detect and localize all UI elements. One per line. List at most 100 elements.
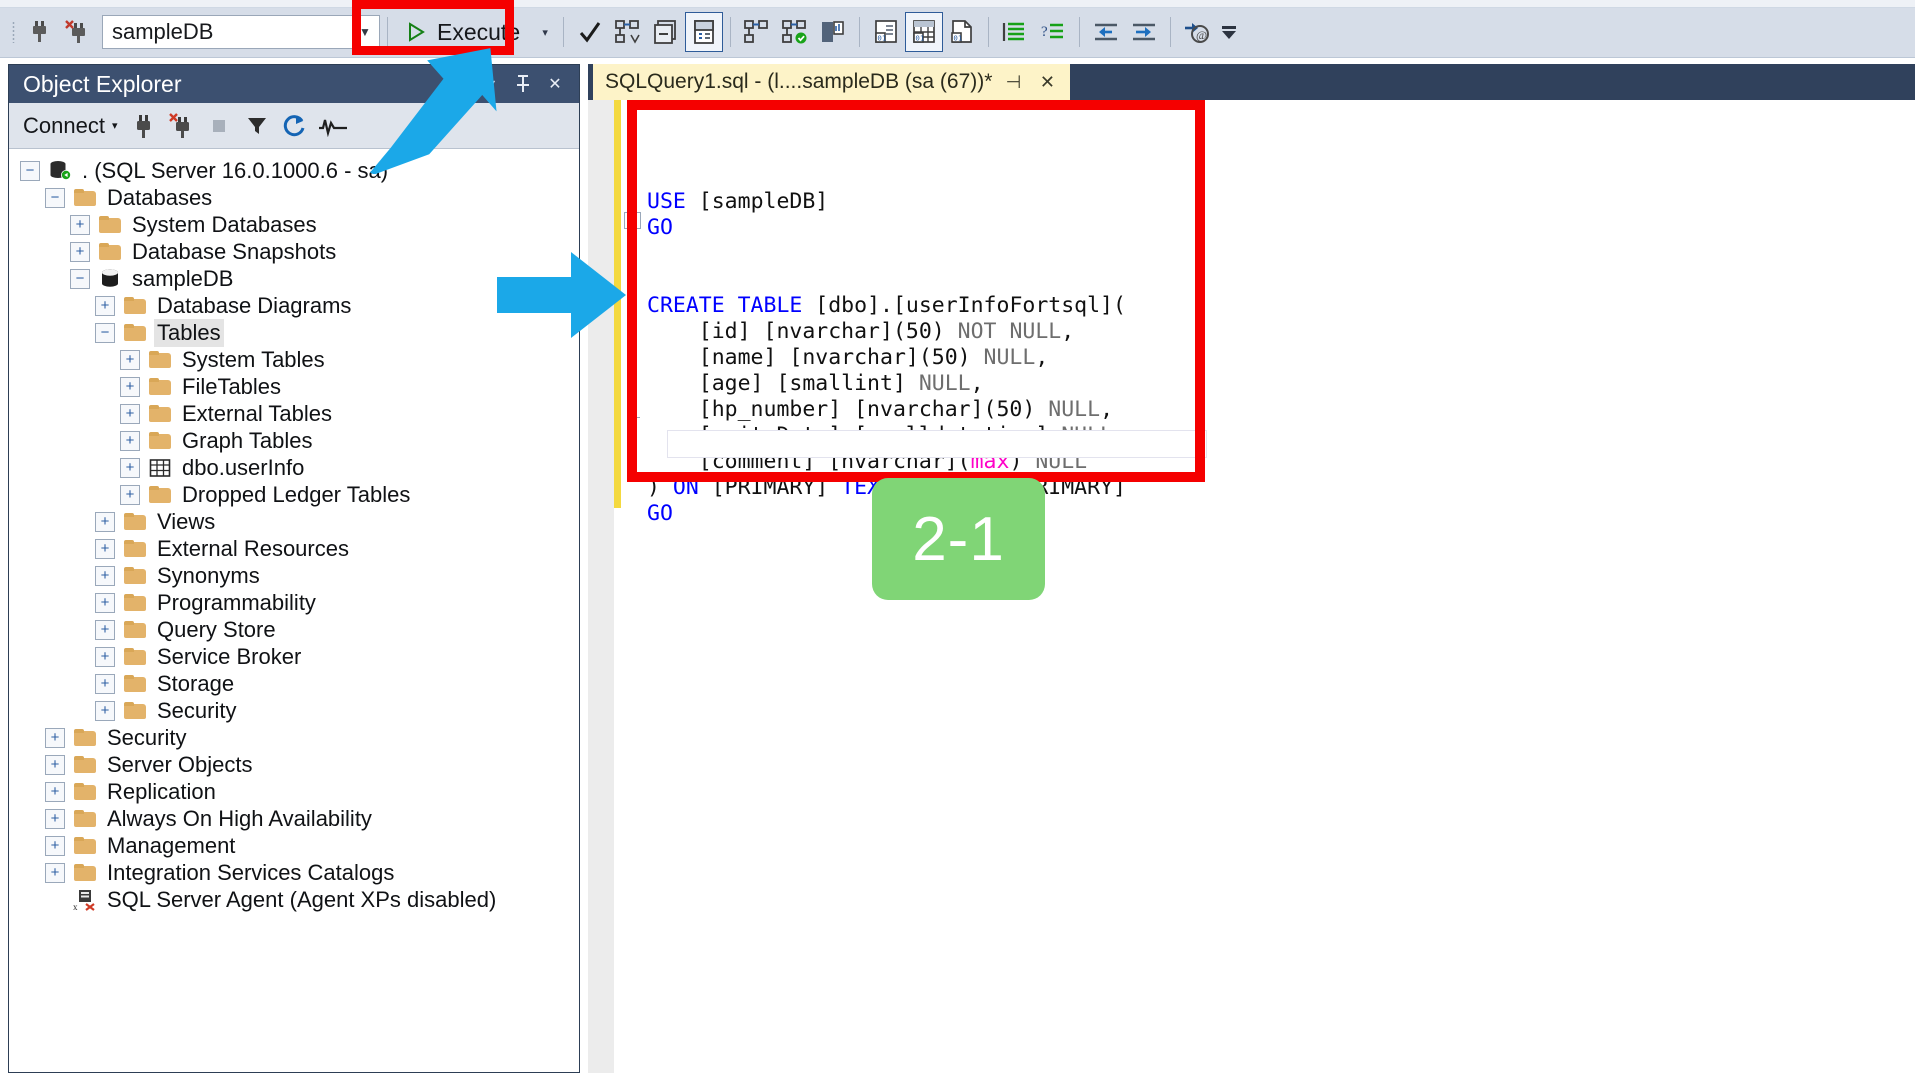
connect-plug-icon[interactable] <box>125 108 161 144</box>
editor-outlining-margin[interactable]: − <box>621 100 645 1073</box>
tree-node[interactable]: + Graph Tables <box>10 427 578 454</box>
disconnect-icon[interactable] <box>58 12 96 52</box>
connect-button[interactable]: Connect ▾ <box>19 111 123 141</box>
tree-node[interactable]: + FileTables <box>10 373 578 400</box>
parse-check-icon[interactable] <box>571 12 609 52</box>
collapse-icon[interactable]: − <box>95 322 115 343</box>
filter-icon[interactable] <box>239 108 275 144</box>
tree-node[interactable]: + dbo.userInfo <box>10 454 578 481</box>
comment-lines-icon[interactable] <box>996 12 1034 52</box>
expand-icon[interactable]: + <box>120 430 140 451</box>
tree-node[interactable]: + Server Objects <box>10 751 578 778</box>
tree-node[interactable]: + Service Broker <box>10 643 578 670</box>
object-explorer-tree[interactable]: −. (SQL Server 16.0.1000.6 - sa) − Databas… <box>10 150 578 1071</box>
decrease-indent-icon[interactable] <box>1087 12 1125 52</box>
chevron-down-icon[interactable]: ▾ <box>112 119 118 132</box>
expand-icon[interactable]: + <box>45 835 65 856</box>
expand-icon[interactable]: + <box>120 484 140 505</box>
collapse-icon[interactable]: − <box>45 187 65 208</box>
tree-node[interactable]: + Security <box>10 724 578 751</box>
expand-icon[interactable]: + <box>45 754 65 775</box>
expand-icon[interactable]: + <box>70 241 90 262</box>
expand-icon[interactable]: + <box>95 538 115 559</box>
chevron-down-icon[interactable]: ▾ <box>477 70 505 98</box>
sql-editor[interactable]: − USE [sampleDB] GO CREATE TABLE [dbo].[u… <box>588 100 1915 1073</box>
expand-icon[interactable]: + <box>95 565 115 586</box>
expand-icon[interactable]: + <box>95 592 115 613</box>
execute-dropdown-caret[interactable]: ▾ <box>534 12 556 52</box>
tree-node[interactable]: − sampleDB <box>10 265 578 292</box>
include-live-statistics-icon[interactable] <box>814 12 852 52</box>
collapse-icon[interactable]: − <box>70 268 90 289</box>
refresh-icon[interactable] <box>277 108 313 144</box>
expand-icon[interactable]: + <box>70 214 90 235</box>
tree-node[interactable]: + System Databases <box>10 211 578 238</box>
expand-icon[interactable]: + <box>95 646 115 667</box>
results-to-grid-icon[interactable]: 01 <box>905 12 944 52</box>
expand-icon[interactable]: + <box>45 781 65 802</box>
folder-icon <box>97 243 123 260</box>
expand-icon[interactable]: + <box>120 349 140 370</box>
tree-node[interactable]: + Database Diagrams <box>10 292 578 319</box>
increase-indent-icon[interactable] <box>1125 12 1163 52</box>
tree-node[interactable]: + Dropped Ledger Tables <box>10 481 578 508</box>
tree-node[interactable]: + Views <box>10 508 578 535</box>
display-estimated-plan-icon[interactable] <box>738 12 776 52</box>
tab-sqlquery1[interactable]: SQLQuery1.sql - (l....sampleDB (sa (67))… <box>588 64 1071 100</box>
cancel-query-icon[interactable] <box>647 12 685 52</box>
tree-node[interactable]: + Programmability <box>10 589 578 616</box>
grip-handle[interactable] <box>6 19 20 45</box>
chevron-down-icon[interactable]: ▼ <box>351 25 379 39</box>
debug-icon[interactable] <box>609 12 647 52</box>
tree-node[interactable]: + Integration Services Catalogs <box>10 859 578 886</box>
tree-node[interactable]: − . (SQL Server 16.0.1000.6 - sa) <box>10 157 578 184</box>
execute-button[interactable]: Execute <box>395 12 534 52</box>
tree-node[interactable]: + System Tables <box>10 346 578 373</box>
expand-icon[interactable]: + <box>120 403 140 424</box>
tree-node[interactable]: + External Tables <box>10 400 578 427</box>
database-combo[interactable]: sampleDB ▼ <box>102 15 380 49</box>
folder-icon <box>124 513 146 530</box>
results-to-file-icon[interactable]: 01 <box>943 12 981 52</box>
expand-icon[interactable]: + <box>95 295 115 316</box>
tab-pin-icon[interactable]: ⊣ <box>1000 69 1026 95</box>
expand-icon[interactable]: + <box>95 700 115 721</box>
expand-icon[interactable]: + <box>95 511 115 532</box>
expand-icon[interactable]: + <box>95 619 115 640</box>
close-icon[interactable]: ✕ <box>541 70 569 98</box>
results-to-grid-toggle-icon[interactable] <box>685 12 724 52</box>
tree-node[interactable]: + Database Snapshots <box>10 238 578 265</box>
collapse-icon[interactable]: − <box>20 160 40 181</box>
tree-node[interactable]: + External Resources <box>10 535 578 562</box>
editor-code-content[interactable]: USE [sampleDB] GO CREATE TABLE [dbo].[use… <box>645 100 1915 1073</box>
expand-icon[interactable]: + <box>120 376 140 397</box>
tree-node[interactable]: + Always On High Availability <box>10 805 578 832</box>
disconnect-plug-icon[interactable] <box>163 108 199 144</box>
tree-node[interactable]: x SQL Server Agent (Agent XPs disabled) <box>10 886 578 913</box>
code-token: , <box>970 371 984 396</box>
specify-template-parameters-icon[interactable]: @ <box>1178 12 1216 52</box>
expand-icon[interactable]: + <box>45 808 65 829</box>
include-actual-plan-icon[interactable] <box>776 12 814 52</box>
tab-close-icon[interactable]: ✕ <box>1034 69 1060 95</box>
tree-node[interactable]: + Query Store <box>10 616 578 643</box>
expand-icon[interactable]: + <box>45 727 65 748</box>
tree-node[interactable]: + Replication <box>10 778 578 805</box>
new-connection-icon[interactable] <box>20 12 58 52</box>
tree-node[interactable]: + Storage <box>10 670 578 697</box>
results-to-text-icon[interactable]: 01 <box>867 12 905 52</box>
pin-icon[interactable] <box>509 70 537 98</box>
expand-icon[interactable]: + <box>95 673 115 694</box>
tree-node[interactable]: + Security <box>10 697 578 724</box>
expand-icon[interactable]: + <box>120 457 140 478</box>
tree-node[interactable]: + Synonyms <box>10 562 578 589</box>
fold-collapse-icon[interactable]: − <box>624 212 641 229</box>
toolbar-overflow-icon[interactable] <box>1216 12 1242 52</box>
tree-node[interactable]: − Databases <box>10 184 578 211</box>
tree-node[interactable]: − Tables <box>10 318 578 347</box>
stop-icon[interactable] <box>201 108 237 144</box>
activity-monitor-icon[interactable] <box>315 108 351 144</box>
expand-icon[interactable]: + <box>45 862 65 883</box>
tree-node[interactable]: + Management <box>10 832 578 859</box>
uncomment-lines-icon[interactable]: ? <box>1034 12 1072 52</box>
